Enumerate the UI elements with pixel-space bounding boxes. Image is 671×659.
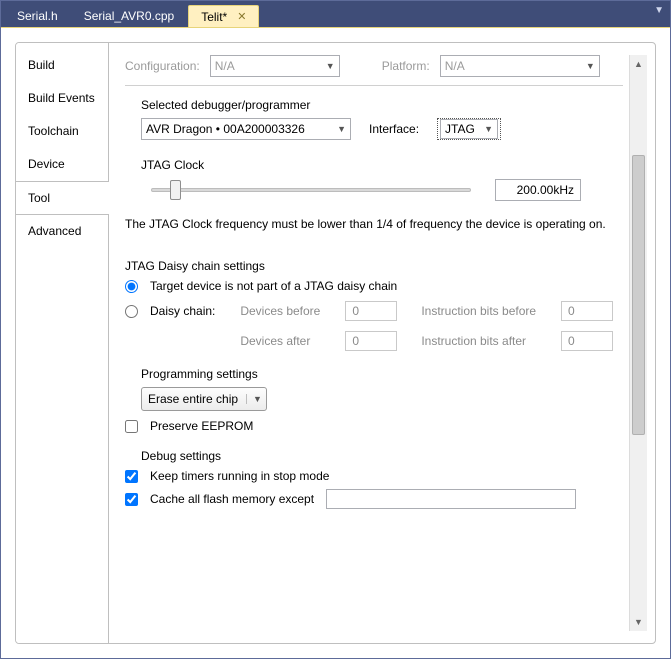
editor-tabstrip: Serial.h Serial_AVR0.cpp Telit* ✕ ▼ [1, 1, 670, 27]
configuration-value: N/A [215, 59, 235, 73]
sidebar-item-tool[interactable]: Tool [16, 181, 108, 215]
sidebar-item-device[interactable]: Device [16, 148, 108, 181]
debugger-device-value: AVR Dragon • 00A200003326 [146, 122, 305, 136]
tabstrip-overflow-icon[interactable]: ▼ [654, 5, 664, 16]
radio-label: Target device is not part of a JTAG dais… [150, 279, 397, 293]
section-title-jtag-clock: JTAG Clock [141, 158, 623, 172]
instr-bits-before-label: Instruction bits before [421, 304, 547, 318]
configuration-combo[interactable]: N/A ▼ [210, 55, 340, 77]
radio-label: Daisy chain: [150, 304, 215, 318]
cache-flash-except-input[interactable] [326, 489, 576, 509]
scroll-thumb[interactable] [632, 155, 645, 435]
instr-bits-before-input [561, 301, 613, 321]
chevron-down-icon: ▼ [484, 124, 493, 134]
erase-mode-value: Erase entire chip [148, 392, 238, 406]
devices-after-label: Devices after [240, 334, 331, 348]
section-title-debugger: Selected debugger/programmer [141, 98, 623, 112]
sidebar-item-build-events[interactable]: Build Events [16, 82, 108, 115]
preserve-eeprom-label: Preserve EEPROM [150, 419, 253, 433]
cache-flash-checkbox[interactable] [125, 493, 138, 506]
scroll-up-icon[interactable]: ▲ [630, 55, 647, 73]
divider [125, 85, 623, 86]
chevron-down-icon: ▼ [586, 61, 595, 71]
scroll-down-icon[interactable]: ▼ [630, 613, 647, 631]
section-title-debug: Debug settings [141, 449, 623, 463]
group-daisy-chain: JTAG Daisy chain settings Target device … [125, 259, 623, 351]
devices-after-input [345, 331, 397, 351]
platform-combo[interactable]: N/A ▼ [440, 55, 600, 77]
vertical-scrollbar[interactable]: ▲ ▼ [629, 55, 647, 631]
chevron-down-icon: ▼ [246, 394, 260, 404]
cache-flash-label: Cache all flash memory except [150, 492, 314, 506]
file-tab[interactable]: Serial_AVR0.cpp [72, 5, 187, 27]
configuration-label: Configuration: [125, 59, 200, 73]
instr-bits-after-input [561, 331, 613, 351]
devices-before-label: Devices before [240, 304, 331, 318]
sidebar-item-build[interactable]: Build [16, 49, 108, 82]
file-tab[interactable]: Serial.h [5, 5, 70, 27]
interface-value: JTAG [445, 122, 475, 136]
keep-timers-checkbox[interactable] [125, 470, 138, 483]
radio-not-part-of-chain[interactable] [125, 280, 138, 293]
platform-value: N/A [445, 59, 465, 73]
keep-timers-label: Keep timers running in stop mode [150, 469, 329, 483]
devices-before-input [345, 301, 397, 321]
chevron-down-icon: ▼ [326, 61, 335, 71]
jtag-clock-value[interactable] [495, 179, 581, 201]
file-tab-label: Telit* [201, 10, 227, 24]
chevron-down-icon: ▼ [337, 124, 346, 134]
section-title-daisy: JTAG Daisy chain settings [125, 259, 623, 273]
erase-mode-combo[interactable]: Erase entire chip ▼ [141, 387, 267, 411]
platform-label: Platform: [382, 59, 430, 73]
preserve-eeprom-checkbox[interactable] [125, 420, 138, 433]
debugger-device-combo[interactable]: AVR Dragon • 00A200003326 ▼ [141, 118, 351, 140]
property-page-sidebar: Build Build Events Toolchain Device Tool… [16, 43, 109, 643]
section-title-programming: Programming settings [141, 367, 623, 381]
file-tab-active[interactable]: Telit* ✕ [188, 5, 259, 27]
jtag-clock-hint: The JTAG Clock frequency must be lower t… [125, 216, 623, 233]
radio-daisy-chain[interactable] [125, 305, 138, 318]
sidebar-item-toolchain[interactable]: Toolchain [16, 115, 108, 148]
close-icon[interactable]: ✕ [237, 10, 246, 23]
jtag-clock-slider[interactable] [151, 180, 471, 200]
interface-label: Interface: [369, 122, 419, 136]
sidebar-item-advanced[interactable]: Advanced [16, 215, 108, 248]
interface-combo[interactable]: JTAG ▼ [440, 119, 498, 139]
instr-bits-after-label: Instruction bits after [421, 334, 547, 348]
